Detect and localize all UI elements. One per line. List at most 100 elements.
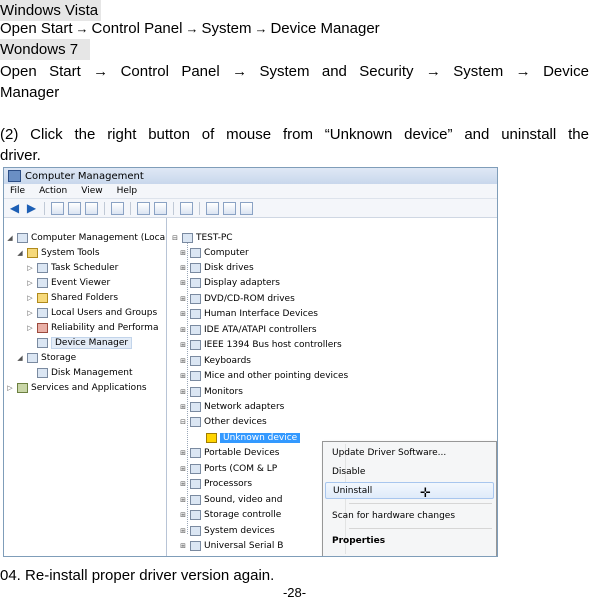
expand-icon[interactable]: ⊞ bbox=[179, 372, 187, 380]
back-icon[interactable]: ◀ bbox=[8, 201, 21, 215]
menu-item-scan-hardware[interactable]: Scan for hardware changes bbox=[325, 507, 494, 524]
device-item-network-adapters[interactable]: ⊞ Network adapters bbox=[179, 400, 284, 415]
tree-item-storage[interactable]: ◢ Storage bbox=[16, 350, 76, 365]
tree-item-disk-management[interactable]: Disk Management bbox=[26, 365, 132, 380]
device-item-system-devices[interactable]: ⊞ System devices bbox=[179, 523, 275, 538]
tree-item-task-scheduler[interactable]: ▷ Task Scheduler bbox=[26, 260, 118, 275]
tree-item-reliability[interactable]: ▷ Reliability and Performa bbox=[26, 320, 158, 335]
help-icon[interactable] bbox=[137, 201, 150, 215]
expand-icon[interactable]: ▷ bbox=[26, 294, 34, 302]
page-number: -28- bbox=[282, 585, 307, 600]
menu-item-update-driver[interactable]: Update Driver Software... bbox=[325, 444, 494, 461]
forward-icon[interactable]: ▶ bbox=[25, 201, 38, 215]
expand-icon[interactable]: ⊞ bbox=[179, 310, 187, 318]
device-item-ieee-1394[interactable]: ⊞ IEEE 1394 Bus host controllers bbox=[179, 338, 342, 353]
menu-file[interactable]: File bbox=[10, 186, 25, 196]
collapse-icon[interactable]: ◢ bbox=[16, 249, 24, 257]
tree-item-device-manager[interactable]: Device Manager bbox=[26, 335, 133, 350]
arrow-icon: → bbox=[254, 21, 268, 36]
disable-device-icon[interactable] bbox=[223, 201, 236, 215]
expand-icon[interactable]: ▷ bbox=[26, 309, 34, 317]
tree-item-services[interactable]: ▷ Services and Applications bbox=[6, 380, 147, 395]
device-item-keyboards[interactable]: ⊞ Keyboards bbox=[179, 353, 251, 368]
tree-item-local-users[interactable]: ▷ Local Users and Groups bbox=[26, 305, 157, 320]
expand-icon[interactable]: ⊞ bbox=[179, 449, 187, 457]
expand-icon[interactable]: ⊞ bbox=[179, 496, 187, 504]
tree-item-system-tools[interactable]: ◢ System Tools bbox=[16, 245, 100, 260]
expand-icon[interactable]: ⊞ bbox=[179, 279, 187, 287]
collapse-icon[interactable]: ◢ bbox=[16, 354, 24, 362]
expand-icon[interactable]: ⊞ bbox=[179, 249, 187, 257]
tree-item-event-viewer[interactable]: ▷ Event Viewer bbox=[26, 275, 110, 290]
expand-icon[interactable]: ⊞ bbox=[179, 480, 187, 488]
expand-icon[interactable]: ▷ bbox=[6, 384, 14, 392]
expand-icon[interactable]: ⊞ bbox=[179, 388, 187, 396]
win7-path-word: Security bbox=[359, 63, 414, 80]
device-root[interactable]: ⊟ TEST-PC bbox=[171, 230, 233, 245]
tree-label: System Tools bbox=[41, 247, 100, 258]
users-icon bbox=[37, 307, 48, 318]
toolbar-separator bbox=[104, 201, 105, 215]
tree-item-shared-folders[interactable]: ▷ Shared Folders bbox=[26, 290, 118, 305]
expand-icon[interactable]: ⊞ bbox=[179, 295, 187, 303]
device-item-disk-drives[interactable]: ⊞ Disk drives bbox=[179, 260, 254, 275]
expand-icon[interactable]: ⊞ bbox=[179, 511, 187, 519]
device-item-unknown-device[interactable]: Unknown device bbox=[195, 430, 301, 445]
menu-label: Update Driver Software... bbox=[332, 447, 447, 458]
expand-icon[interactable]: ⊞ bbox=[179, 403, 187, 411]
device-item-monitors[interactable]: ⊞ Monitors bbox=[179, 384, 243, 399]
expand-icon[interactable]: ⊞ bbox=[179, 264, 187, 272]
menu-help[interactable]: Help bbox=[117, 186, 138, 196]
up-folder-icon[interactable] bbox=[51, 201, 64, 215]
device-item-mice[interactable]: ⊞ Mice and other pointing devices bbox=[179, 369, 348, 384]
expand-icon[interactable]: ⊞ bbox=[179, 527, 187, 535]
device-item-other-devices[interactable]: ⊟ Other devices bbox=[179, 415, 267, 430]
menu-action[interactable]: Action bbox=[39, 186, 67, 196]
console-tree-icon[interactable] bbox=[154, 201, 167, 215]
collapse-icon[interactable]: ◢ bbox=[6, 234, 14, 242]
services-icon bbox=[17, 382, 28, 393]
step-2-continued: driver. bbox=[0, 147, 41, 164]
system-device-icon bbox=[190, 525, 201, 536]
device-item-portable-devices[interactable]: ⊞ Portable Devices bbox=[179, 446, 279, 461]
show-hide-tree-icon[interactable] bbox=[68, 201, 81, 215]
expand-icon[interactable]: ⊞ bbox=[179, 326, 187, 334]
menu-item-disable[interactable]: Disable bbox=[325, 463, 494, 480]
expand-icon[interactable]: ⊞ bbox=[179, 341, 187, 349]
device-item-ide-ata-atapi[interactable]: ⊞ IDE ATA/ATAPI controllers bbox=[179, 322, 317, 337]
expand-icon[interactable]: ▷ bbox=[26, 279, 34, 287]
device-item-display-adapters[interactable]: ⊞ Display adapters bbox=[179, 276, 280, 291]
menu-separator bbox=[349, 503, 492, 504]
disk-icon bbox=[37, 367, 48, 378]
device-item-processors[interactable]: ⊞ Processors bbox=[179, 477, 252, 492]
storage-icon bbox=[27, 352, 38, 363]
device-item-dvd-cd-rom[interactable]: ⊞ DVD/CD-ROM drives bbox=[179, 291, 295, 306]
export-list-icon[interactable] bbox=[111, 201, 124, 215]
device-item-ports[interactable]: ⊞ Ports (COM & LP bbox=[179, 461, 277, 476]
scan-hardware-icon[interactable] bbox=[180, 201, 193, 215]
arrow-icon: → bbox=[515, 63, 531, 80]
menu-item-uninstall[interactable]: Uninstall bbox=[325, 482, 494, 499]
device-item-computer[interactable]: ⊞ Computer bbox=[179, 245, 249, 260]
properties-icon[interactable] bbox=[85, 201, 98, 215]
device-item-human-interface[interactable]: ⊞ Human Interface Devices bbox=[179, 307, 318, 322]
update-driver-icon[interactable] bbox=[206, 201, 219, 215]
uninstall-device-icon[interactable] bbox=[240, 201, 253, 215]
ieee1394-icon bbox=[190, 340, 201, 351]
tree-label: Mice and other pointing devices bbox=[204, 371, 349, 382]
device-item-storage-controllers[interactable]: ⊞ Storage controlle bbox=[179, 508, 281, 523]
menu-item-properties[interactable]: Properties bbox=[325, 532, 494, 549]
expand-icon[interactable]: ▷ bbox=[26, 264, 34, 272]
menu-view[interactable]: View bbox=[81, 186, 102, 196]
collapse-icon[interactable]: ⊟ bbox=[171, 234, 179, 242]
device-item-usb[interactable]: ⊞ Universal Serial B bbox=[179, 539, 283, 554]
device-item-sound-video[interactable]: ⊞ Sound, video and bbox=[179, 492, 282, 507]
expand-icon[interactable]: ⊞ bbox=[179, 542, 187, 550]
expand-icon[interactable]: ⊞ bbox=[179, 357, 187, 365]
menu-bar: File Action View Help bbox=[4, 184, 497, 199]
expand-icon[interactable]: ▷ bbox=[26, 324, 34, 332]
tree-item-computer-management[interactable]: ◢ Computer Management (Local bbox=[6, 230, 166, 245]
collapse-icon[interactable]: ⊟ bbox=[179, 418, 187, 426]
tree-label: System devices bbox=[204, 525, 275, 536]
expand-icon[interactable]: ⊞ bbox=[179, 465, 187, 473]
